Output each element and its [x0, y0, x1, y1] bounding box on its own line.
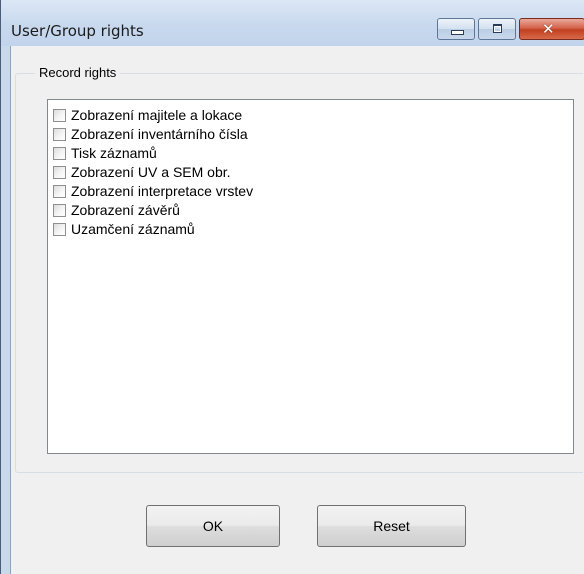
list-item[interactable]: Zobrazení závěrů: [53, 201, 180, 219]
list-item[interactable]: Zobrazení majitele a lokace: [53, 106, 242, 124]
list-item-label: Zobrazení UV a SEM obr.: [71, 163, 231, 180]
list-item[interactable]: Uzamčení záznamů: [53, 220, 195, 238]
checkbox[interactable]: [53, 203, 66, 217]
list-item-label: Uzamčení záznamů: [71, 220, 195, 237]
list-item-label: Zobrazení interpretace vrstev: [71, 182, 254, 199]
rights-checklist[interactable]: Zobrazení majitele a lokace Zobrazení in…: [47, 99, 574, 454]
list-item-label: Zobrazení inventárního čísla: [71, 125, 248, 142]
list-item-label: Zobrazení majitele a lokace: [71, 106, 243, 123]
minimize-icon: [451, 30, 464, 35]
reset-button[interactable]: Reset: [317, 505, 466, 547]
list-item[interactable]: Zobrazení interpretace vrstev: [53, 182, 253, 200]
title-bar[interactable]: User/Group rights ✕: [1, 0, 584, 46]
minimize-button[interactable]: [437, 18, 475, 40]
checkbox[interactable]: [53, 222, 66, 236]
list-item[interactable]: Zobrazení inventárního čísla: [53, 125, 248, 143]
checkbox[interactable]: [53, 165, 66, 179]
list-item[interactable]: Tisk záznamů: [53, 144, 157, 162]
checkbox[interactable]: [53, 127, 66, 141]
checkbox[interactable]: [53, 184, 66, 198]
maximize-icon: [493, 24, 502, 33]
close-button[interactable]: ✕: [519, 18, 584, 40]
list-item-label: Zobrazení závěrů: [71, 201, 180, 218]
ok-button[interactable]: OK: [146, 505, 280, 547]
list-item[interactable]: Zobrazení UV a SEM obr.: [53, 163, 231, 181]
dialog-window: User/Group rights ✕ Record rights Zobraz…: [0, 0, 584, 574]
maximize-button[interactable]: [478, 18, 516, 40]
window-title: User/Group rights: [11, 22, 144, 40]
list-item-label: Tisk záznamů: [71, 144, 157, 161]
checkbox[interactable]: [53, 108, 66, 122]
close-icon: ✕: [542, 20, 555, 38]
groupbox-legend: Record rights: [35, 64, 121, 82]
checkbox[interactable]: [53, 146, 66, 160]
